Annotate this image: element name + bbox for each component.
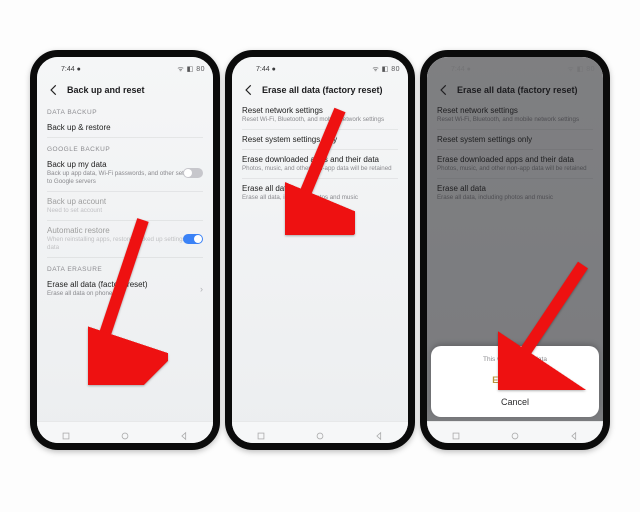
- cancel-button[interactable]: Cancel: [437, 391, 593, 413]
- content-backup-reset: DATA BACKUP Back up & restore GOOGLE BAC…: [37, 101, 213, 419]
- nav-back-icon[interactable]: [371, 428, 387, 438]
- nav-home-icon[interactable]: [312, 428, 328, 438]
- row-backup-my-data[interactable]: Back up my data Back up app data, Wi-Fi …: [47, 155, 203, 192]
- nav-home-icon[interactable]: [507, 428, 523, 438]
- toggle-backup-my-data[interactable]: [183, 168, 203, 178]
- row-sub: Need to set account: [47, 207, 203, 215]
- section-data-erasure: DATA ERASURE: [47, 266, 203, 273]
- row-title: Back up account: [47, 197, 203, 206]
- row-erase-all-data-factory-reset[interactable]: Erase all data (factory reset) Erase all…: [47, 275, 203, 303]
- toggle-auto-restore: [183, 234, 203, 244]
- row-backup-account: Back up account Need to set account: [47, 192, 203, 221]
- row-reset-network[interactable]: Reset network settings Reset Wi-Fi, Blue…: [242, 101, 398, 130]
- back-icon[interactable]: [47, 83, 61, 97]
- row-title: Erase all data: [242, 184, 398, 193]
- nav-recent-icon[interactable]: [58, 428, 74, 438]
- header-title: Back up and reset: [67, 85, 145, 95]
- row-title: Automatic restore: [47, 226, 203, 235]
- phone-step-2: 7:44 ● ᯤ ◧ 80 Erase all data (factory re…: [225, 50, 415, 450]
- row-automatic-restore: Automatic restore When reinstalling apps…: [47, 221, 203, 258]
- header-title: Erase all data (factory reset): [262, 85, 383, 95]
- screen-backup-reset: 7:44 ● ᯤ ◧ 80 Back up and reset DATA BAC…: [37, 57, 213, 443]
- back-icon[interactable]: [242, 83, 256, 97]
- nav-bar: [37, 421, 213, 443]
- row-sub: Erase all data, including photos and mus…: [242, 194, 398, 202]
- row-title: Reset system settings only: [242, 135, 398, 144]
- row-title: Back up my data: [47, 160, 203, 169]
- nav-bar: [427, 421, 603, 443]
- header-erase-all: Erase all data (factory reset): [232, 79, 408, 101]
- erase-data-button[interactable]: Erase data: [437, 369, 593, 391]
- status-bar: 7:44 ● ᯤ ◧ 80: [232, 61, 408, 77]
- section-google-backup: GOOGLE BACKUP: [47, 146, 203, 153]
- phone-step-3: 7:44 ● ᯤ ◧ 80 Erase all data (factory re…: [420, 50, 610, 450]
- section-data-backup: DATA BACKUP: [47, 109, 203, 116]
- confirm-sheet: This will erase all data Erase data Canc…: [431, 346, 599, 417]
- header-backup-reset: Back up and reset: [37, 79, 213, 101]
- row-title: Reset network settings: [242, 106, 398, 115]
- nav-home-icon[interactable]: [117, 428, 133, 438]
- chevron-right-icon: ›: [200, 284, 203, 294]
- nav-recent-icon[interactable]: [448, 428, 464, 438]
- status-time: 7:44 ●: [256, 66, 276, 73]
- nav-recent-icon[interactable]: [253, 428, 269, 438]
- nav-bar: [232, 421, 408, 443]
- row-reset-system-only[interactable]: Reset system settings only: [242, 130, 398, 150]
- status-right: ᯤ ◧ 80: [372, 65, 400, 74]
- status-right: ᯤ ◧ 80: [177, 65, 205, 74]
- sheet-description: This will erase all data: [437, 356, 593, 363]
- phone-step-1: 7:44 ● ᯤ ◧ 80 Back up and reset DATA BAC…: [30, 50, 220, 450]
- screen-erase-confirm: 7:44 ● ᯤ ◧ 80 Erase all data (factory re…: [427, 57, 603, 443]
- row-erase-apps[interactable]: Erase downloaded apps and their data Pho…: [242, 150, 398, 179]
- status-bar: 7:44 ● ᯤ ◧ 80: [37, 61, 213, 77]
- row-erase-all-data[interactable]: Erase all data Erase all data, including…: [242, 179, 398, 207]
- status-time: 7:44 ●: [61, 66, 81, 73]
- nav-back-icon[interactable]: [566, 428, 582, 438]
- row-sub: Erase all data on phone: [47, 290, 203, 298]
- screen-erase-options: 7:44 ● ᯤ ◧ 80 Erase all data (factory re…: [232, 57, 408, 443]
- row-sub: Photos, music, and other non-app data wi…: [242, 165, 398, 173]
- row-title: Erase downloaded apps and their data: [242, 155, 398, 164]
- row-title: Erase all data (factory reset): [47, 280, 203, 289]
- row-sub: When reinstalling apps, restore backed u…: [47, 236, 203, 252]
- row-sub: Reset Wi-Fi, Bluetooth, and mobile netwo…: [242, 116, 398, 124]
- content-erase-options: Reset network settings Reset Wi-Fi, Blue…: [232, 101, 408, 419]
- nav-back-icon[interactable]: [176, 428, 192, 438]
- row-title: Back up & restore: [47, 123, 203, 132]
- row-backup-restore[interactable]: Back up & restore: [47, 118, 203, 138]
- row-sub: Back up app data, Wi-Fi passwords, and o…: [47, 170, 203, 186]
